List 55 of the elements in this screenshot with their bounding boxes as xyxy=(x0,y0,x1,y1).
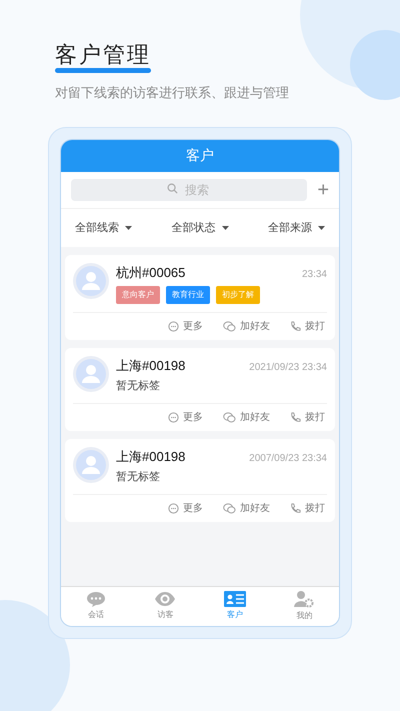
screen-header: 客户 xyxy=(61,140,339,172)
filter-dropdown[interactable]: 全部线索 xyxy=(75,220,132,236)
customer-card[interactable]: 杭州#00065 23:34 意向客户 教育行业 初步了解 更多 加好友 拨打 xyxy=(65,255,335,340)
dropdown-caret-icon xyxy=(125,226,132,230)
more-icon xyxy=(168,502,179,514)
avatar-icon xyxy=(73,446,109,482)
customer-card[interactable]: 上海#00198 2007/09/23 23:34 暂无标签 更多 加好友 拨打 xyxy=(65,438,335,522)
customer-name: 杭州#00065 xyxy=(116,264,186,282)
dropdown-caret-icon xyxy=(222,226,228,230)
action-button[interactable]: 加好友 xyxy=(223,410,270,424)
action-button[interactable]: 拨打 xyxy=(290,318,325,334)
more-icon xyxy=(168,320,179,332)
more-icon xyxy=(168,412,179,422)
avatar-icon xyxy=(73,263,109,299)
chat-bubbles-icon xyxy=(223,502,236,514)
page-subtitle: 对留下线索的访客进行联系、跟进与管理 xyxy=(55,84,290,102)
tab[interactable]: 客户 xyxy=(200,586,270,626)
chat-icon xyxy=(86,591,106,607)
avatar-icon xyxy=(73,356,109,392)
action-button[interactable]: 加好友 xyxy=(223,500,270,516)
timestamp: 23:34 xyxy=(302,268,327,282)
action-button[interactable]: 加好友 xyxy=(223,318,270,334)
timestamp: 2021/09/23 23:34 xyxy=(249,360,327,374)
tag: 教育行业 xyxy=(166,286,210,304)
phone-icon xyxy=(290,320,301,332)
tab[interactable]: 我的 xyxy=(270,586,339,626)
tag: 初步了解 xyxy=(216,286,260,304)
action-button[interactable]: 更多 xyxy=(168,500,203,516)
no-tags-text: 暂无标签 xyxy=(116,470,161,485)
action-button[interactable]: 更多 xyxy=(168,410,203,424)
user-settings-icon xyxy=(294,590,314,608)
filter-dropdown[interactable]: 全部状态 xyxy=(172,220,228,236)
tab[interactable]: 会话 xyxy=(61,586,130,626)
chat-bubbles-icon xyxy=(223,412,236,422)
tag: 意向客户 xyxy=(116,286,160,304)
dropdown-caret-icon xyxy=(318,226,325,230)
customer-card[interactable]: 上海#00198 2021/09/23 23:34 暂无标签 更多 加好友 拨打 xyxy=(65,348,335,430)
page-title: 客户管理 xyxy=(55,42,151,68)
contact-card-icon xyxy=(224,591,246,607)
filter-dropdown[interactable]: 全部来源 xyxy=(268,220,325,236)
customer-name: 上海#00198 xyxy=(116,448,186,466)
timestamp: 2007/09/23 23:34 xyxy=(249,452,327,466)
chat-bubbles-icon xyxy=(223,320,236,332)
action-button[interactable]: 拨打 xyxy=(290,410,325,424)
search-icon xyxy=(167,183,178,194)
customer-name: 上海#00198 xyxy=(116,356,186,374)
no-tags-text: 暂无标签 xyxy=(116,379,161,394)
search-field[interactable]: 搜索 xyxy=(71,178,308,200)
eye-icon xyxy=(154,591,176,607)
phone-icon xyxy=(290,502,301,514)
tab[interactable]: 访客 xyxy=(130,586,200,626)
action-button[interactable]: 拨打 xyxy=(290,500,325,516)
add-button[interactable]: + xyxy=(317,180,329,200)
phone-icon xyxy=(290,412,301,422)
action-button[interactable]: 更多 xyxy=(168,318,203,334)
